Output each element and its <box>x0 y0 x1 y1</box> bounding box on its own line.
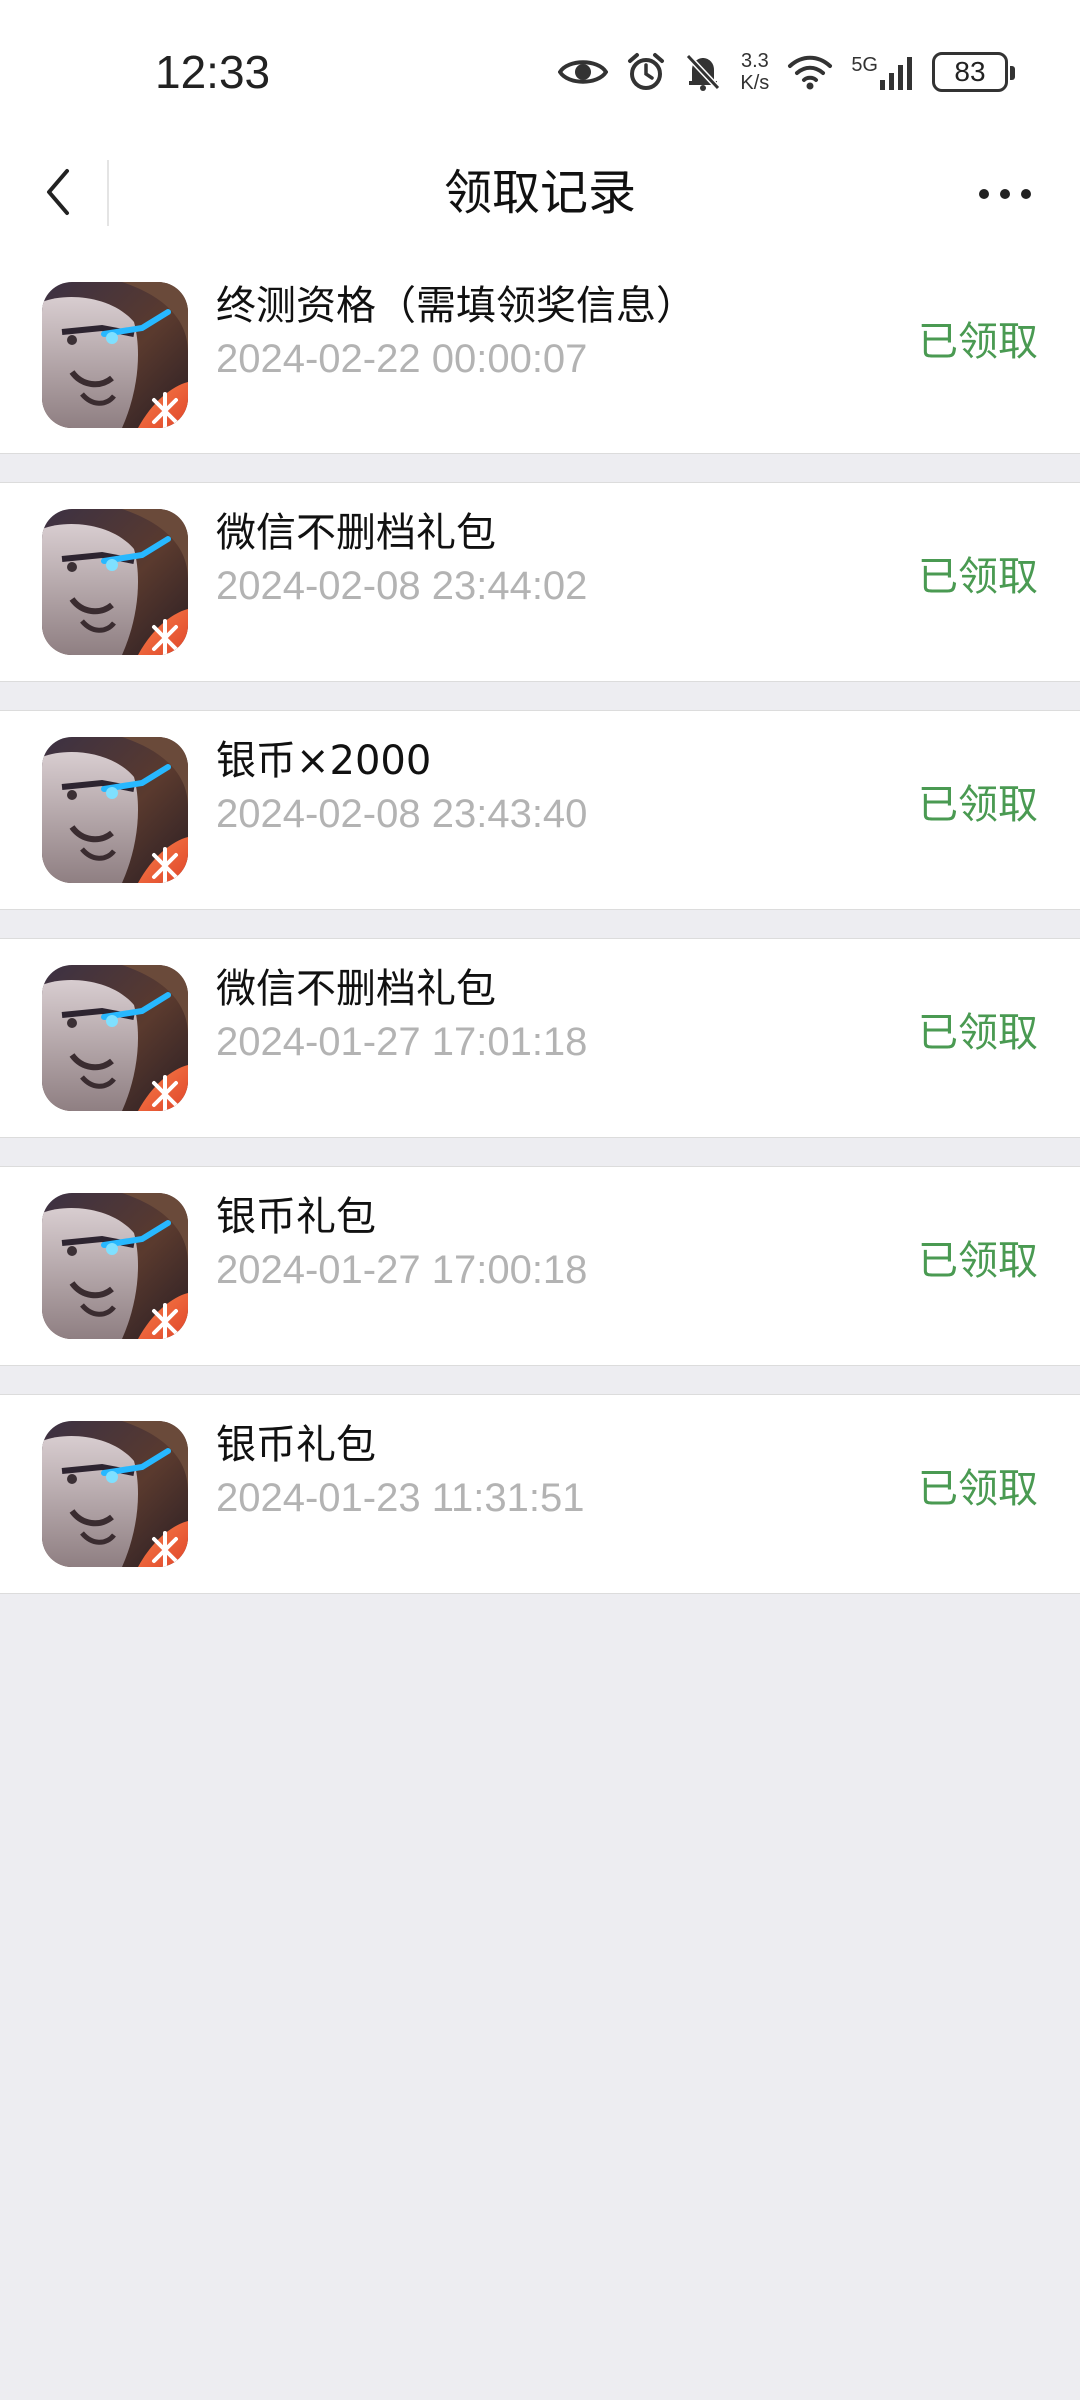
record-status: 已领取 <box>918 319 1038 365</box>
status-time: 12:33 <box>155 46 271 98</box>
record-status: 已领取 <box>918 554 1038 600</box>
record-list: 终测资格（需填领奖信息） 2024-02-22 00:00:07 已领取 微信不… <box>0 244 1080 1594</box>
alarm-icon <box>626 52 666 92</box>
record-title: 银币礼包 <box>216 1194 376 1240</box>
record-text: 银币礼包 2024-01-27 17:00:18 <box>216 1191 587 1297</box>
record-title: 微信不删档礼包 <box>216 966 496 1012</box>
record-row[interactable]: 微信不删档礼包 2024-02-08 23:44:02 已领取 <box>0 482 1080 682</box>
signal-icon: 5G <box>851 54 914 90</box>
net-speed-unit: K/s <box>740 72 770 94</box>
net-speed: 3.3 K/s <box>740 50 769 94</box>
record-time: 2024-01-27 17:01:18 <box>216 1020 588 1064</box>
game-icon <box>42 1421 188 1567</box>
record-row[interactable]: 微信不删档礼包 2024-01-27 17:01:18 已领取 <box>0 938 1080 1138</box>
status-icons: 3.3 K/s 5G 83 <box>558 46 1015 98</box>
record-title: 微信不删档礼包 <box>216 510 496 556</box>
record-text: 终测资格（需填领奖信息） 2024-02-22 00:00:07 <box>216 280 696 386</box>
game-icon <box>42 1193 188 1339</box>
record-time: 2024-02-22 00:00:07 <box>216 337 588 381</box>
eye-icon <box>558 55 609 89</box>
record-time: 2024-02-08 23:43:40 <box>216 792 588 836</box>
game-icon <box>42 965 188 1111</box>
record-row[interactable]: 银币礼包 2024-01-27 17:00:18 已领取 <box>0 1166 1080 1366</box>
record-row[interactable]: 终测资格（需填领奖信息） 2024-02-22 00:00:07 已领取 <box>0 244 1080 454</box>
record-row[interactable]: 银币礼包 2024-01-23 11:31:51 已领取 <box>0 1394 1080 1594</box>
battery-icon: 83 <box>932 52 1015 92</box>
record-row[interactable]: 银币×2000 2024-02-08 23:43:40 已领取 <box>0 710 1080 910</box>
record-title: 银币×2000 <box>216 738 432 784</box>
record-status: 已领取 <box>918 782 1038 828</box>
record-status: 已领取 <box>918 1238 1038 1284</box>
bell-mute-icon <box>684 52 722 92</box>
record-title: 银币礼包 <box>216 1422 376 1468</box>
game-icon <box>42 737 188 883</box>
nav-bar: 领取记录 <box>0 140 1080 244</box>
record-text: 微信不删档礼包 2024-01-27 17:01:18 <box>216 963 587 1069</box>
record-title: 终测资格（需填领奖信息） <box>216 283 696 329</box>
game-icon <box>42 509 188 655</box>
game-icon <box>42 282 188 428</box>
record-text: 银币礼包 2024-01-23 11:31:51 <box>216 1419 584 1525</box>
more-dots-icon <box>979 189 1031 199</box>
record-time: 2024-02-08 23:44:02 <box>216 564 588 608</box>
wifi-icon <box>787 54 833 90</box>
record-text: 银币×2000 2024-02-08 23:43:40 <box>216 735 587 841</box>
page-title: 领取记录 <box>443 165 636 221</box>
record-text: 微信不删档礼包 2024-02-08 23:44:02 <box>216 507 587 613</box>
status-bar: 12:33 3.3 K/s 5G 83 <box>0 0 1080 140</box>
record-time: 2024-01-23 11:31:51 <box>216 1476 585 1520</box>
network-type: 5G <box>851 54 878 76</box>
record-time: 2024-01-27 17:00:18 <box>216 1248 588 1292</box>
more-button[interactable] <box>970 170 1040 218</box>
net-speed-value: 3.3 <box>740 50 769 72</box>
battery-level: 83 <box>954 56 986 87</box>
record-status: 已领取 <box>918 1466 1038 1512</box>
record-status: 已领取 <box>918 1010 1038 1056</box>
